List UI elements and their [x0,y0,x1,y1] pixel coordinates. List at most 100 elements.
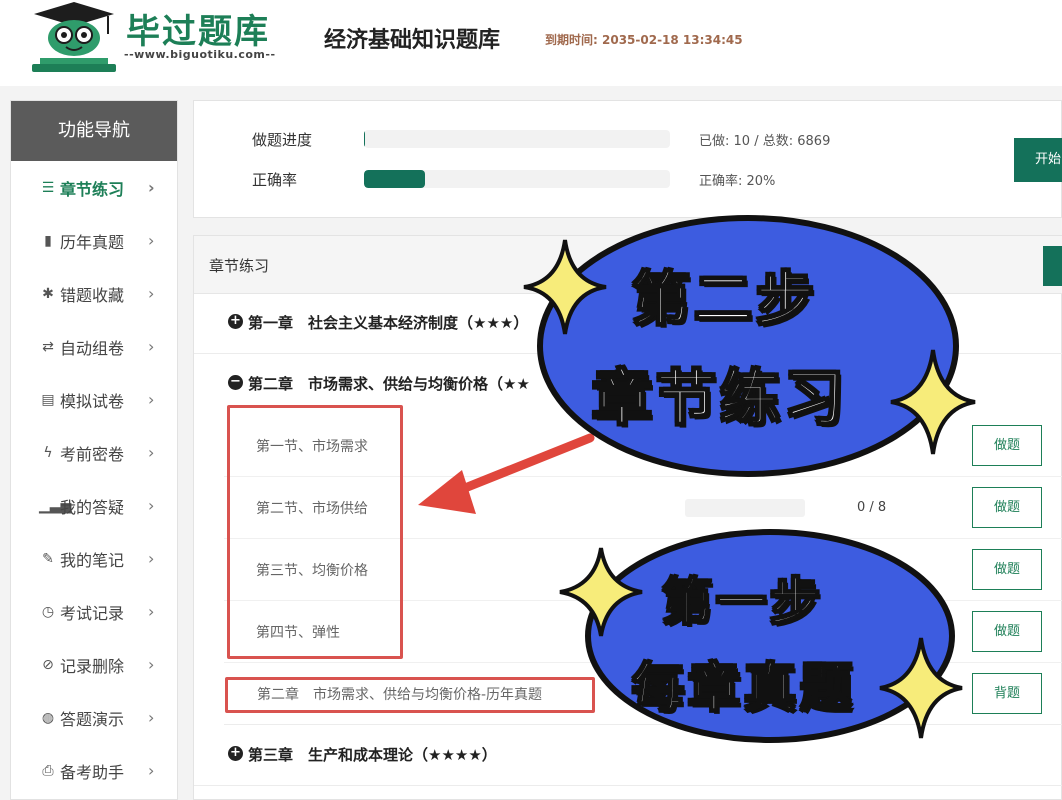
expiry-date: 到期时间: 2035-02-18 13:34:45 [545,31,743,48]
section-row: 第三节、均衡价格 0 做题 [224,539,1062,601]
section-row: 第二节、市场供给 0 / 8 做题 [224,477,1062,539]
accuracy-row: 正确率 正确率: 20% [194,167,1062,191]
page-title: 经济基础知识题库 [324,28,501,53]
document-icon: ▤ [41,391,55,408]
ban-icon: ⊘ [42,656,54,673]
retweet-icon: ⇄ [42,338,54,355]
practice-button[interactable]: 做题 [972,487,1042,528]
chapter-title: 第三章 生产和成本理论（★★★★） [248,746,497,764]
sidebar-item-label: 我的笔记 [60,550,125,570]
section-name: 第二章 市场需求、供给与均衡价格-历年真题 [257,687,543,703]
sidebar-item-exam-records[interactable]: ◷ 考试记录 › [11,585,177,638]
chapter-title: 第一章 社会主义基本经济制度（★★★） [248,314,529,332]
practice-button[interactable]: 做题 [972,611,1042,652]
bolt-icon: ϟ [43,444,53,461]
chapter-panel-action-button[interactable] [1043,246,1062,286]
section-name: 第四节、弹性 [256,625,340,641]
chevron-right-icon: › [148,496,155,515]
section-count: 0 / 8 [857,500,887,515]
done-count: 10 [733,134,751,149]
sidebar-item-demo[interactable]: ◍ 答题演示 › [11,691,177,744]
owl-mascot-icon [32,2,116,72]
sidebar-title: 功能导航 [11,101,177,161]
chapter-panel-title: 章节练习 [209,257,270,275]
chevron-right-icon: › [148,284,155,303]
start-button[interactable]: 开始 [1014,138,1062,182]
sidebar-item-label: 自动组卷 [60,338,125,358]
chapter-title: 第二章 市场需求、供给与均衡价格（★★ [248,375,530,393]
sidebar-item-label: 备考助手 [60,762,125,782]
accuracy-bar [364,170,670,188]
total-count: 6869 [797,134,831,149]
chevron-right-icon: › [148,708,155,727]
section-count: 0 [857,438,866,453]
section-name: 第一节、市场需求 [256,439,368,455]
chevron-right-icon: › [148,602,155,621]
section-row: 第四节、弹性 做题 [224,601,1062,663]
globe-icon: ◍ [41,709,55,726]
chevron-right-icon: › [148,761,155,780]
progress-text: 已做: 10 / 总数: 6869 [699,130,830,149]
chapter-row[interactable]: + 第三章 生产和成本理论（★★★★） [194,726,1062,786]
section-count: 0 [857,562,866,577]
practice-button[interactable]: 做题 [972,425,1042,466]
sidebar: 功能导航 ☰ 章节练习 › ▮ 历年真题 › ✱ 错题收藏 › ⇄ 自动组卷 ›… [10,100,178,800]
sidebar-item-study-assistant[interactable]: ⎙ 备考助手 › [11,744,177,797]
section-name: 第三节、均衡价格 [256,563,368,579]
sidebar-item-delete-records[interactable]: ⊘ 记录删除 › [11,638,177,691]
sidebar-item-label: 考前密卷 [60,444,125,464]
print-icon: ⎙ [42,762,54,779]
chevron-right-icon: › [148,178,155,197]
progress-bar [364,130,670,148]
sidebar-item-my-notes[interactable]: ✎ 我的笔记 › [11,532,177,585]
chevron-right-icon: › [148,443,155,462]
sidebar-item-wrong-questions[interactable]: ✱ 错题收藏 › [11,267,177,320]
expiry-label: 到期时间: [545,33,598,47]
chevron-right-icon: › [148,337,155,356]
list-icon: ☰ [41,179,55,196]
total-separator: / 总数: [754,134,794,149]
practice-button[interactable]: 做题 [972,549,1042,590]
sidebar-item-secret-paper[interactable]: ϟ 考前密卷 › [11,426,177,479]
sidebar-item-label: 模拟试卷 [60,391,125,411]
expand-plus-icon[interactable]: + [228,746,243,761]
sidebar-item-label: 章节练习 [60,179,125,199]
chevron-right-icon: › [148,655,155,674]
header: 毕过题库 --www.biguotiku.com-- 经济基础知识题库 到期时间… [0,0,1062,86]
logo-wordmark: 毕过题库 [126,12,270,52]
section-name: 第二节、市场供给 [256,501,368,517]
accuracy-text: 正确率: 20% [699,174,776,189]
sidebar-item-past-exams[interactable]: ▮ 历年真题 › [11,214,177,267]
signal-icon: ▁▃▅ [39,497,72,514]
asterisk-icon: ✱ [42,285,54,302]
progress-row: 做题进度 已做: 10 / 总数: 6869 [194,127,1062,151]
sidebar-item-auto-paper[interactable]: ⇄ 自动组卷 › [11,320,177,373]
collapse-minus-icon[interactable]: − [228,375,243,390]
sidebar-item-label: 考试记录 [60,603,125,623]
chapter-row[interactable]: + 第一章 社会主义基本经济制度（★★★） [194,294,1062,354]
section-row: 第一节、市场需求 0 做题 [224,415,1062,477]
expiry-value: 2035-02-18 13:34:45 [602,33,743,47]
chapter-panel: 章节练习 + 第一章 社会主义基本经济制度（★★★） − 第二章 市场需求、供给… [193,235,1062,800]
expand-plus-icon[interactable]: + [228,314,243,329]
sidebar-item-label: 答题演示 [60,709,125,729]
chapter-row[interactable]: − 第二章 市场需求、供给与均衡价格（★★ [194,355,1062,415]
chapter-panel-header: 章节练习 [194,236,1062,294]
review-button[interactable]: 背题 [972,673,1042,714]
progress-panel: 做题进度 已做: 10 / 总数: 6869 正确率 正确率: 20% 开始 [193,100,1062,218]
progress-label: 做题进度 [252,131,313,149]
sidebar-item-chapter-practice[interactable]: ☰ 章节练习 › [11,161,177,214]
sidebar-item-mock-exam[interactable]: ▤ 模拟试卷 › [11,373,177,426]
section-progress-bar [685,499,805,517]
accuracy-label: 正确率 [252,171,298,189]
sidebar-item-label: 错题收藏 [60,285,125,305]
sidebar-item-label: 历年真题 [60,232,125,252]
done-prefix: 已做: [699,134,730,149]
pin-icon: ✎ [42,550,54,567]
chevron-right-icon: › [148,549,155,568]
section-row-past-exam: 第二章 市场需求、供给与均衡价格-历年真题 背题 [224,663,1062,725]
logo-url: --www.biguotiku.com-- [124,48,276,61]
book-icon: ▮ [44,232,52,249]
sidebar-item-my-qa[interactable]: ▁▃▅ 我的答疑 › [11,479,177,532]
site-logo[interactable]: 毕过题库 --www.biguotiku.com-- [28,0,278,80]
